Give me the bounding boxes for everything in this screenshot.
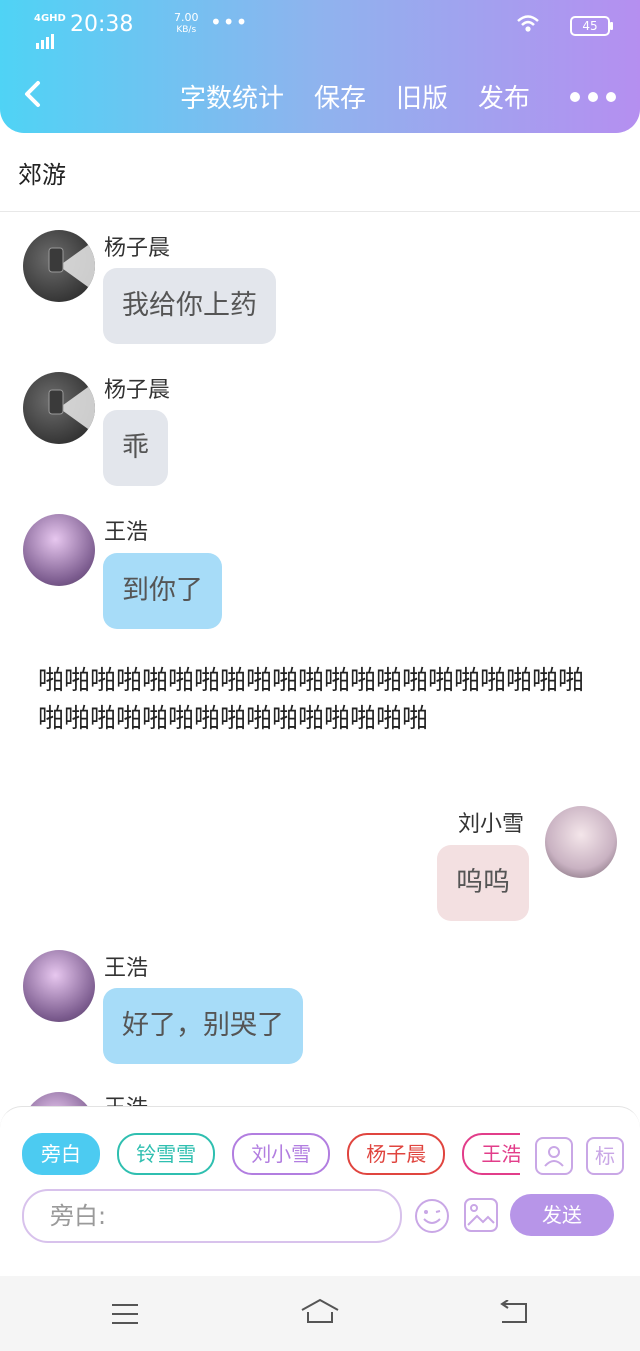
home-icon[interactable] xyxy=(300,1298,340,1326)
signal-icon xyxy=(36,24,56,49)
avatar-liuxiaoxue[interactable] xyxy=(545,806,617,878)
app-header: 4GHD 20:38 7.00 KB/s ••• 45 字数统计 保存 旧版 发… xyxy=(0,0,640,133)
network-type: 4GHD xyxy=(34,13,66,24)
avatar-yangzichen[interactable] xyxy=(23,230,95,302)
story-title: 郊游 xyxy=(18,161,66,189)
role-chip[interactable]: 刘小雪 xyxy=(232,1133,331,1175)
fan-image xyxy=(48,382,95,434)
wifi-icon xyxy=(517,15,539,32)
role-chip[interactable]: 杨子晨 xyxy=(347,1133,446,1175)
menu-icon[interactable] xyxy=(110,1302,140,1326)
status-bar: 4GHD 20:38 7.00 KB/s ••• 45 xyxy=(34,10,613,49)
title-divider xyxy=(0,211,640,212)
back-arrow-icon[interactable] xyxy=(22,80,44,108)
back-nav-icon[interactable] xyxy=(498,1300,530,1326)
fan-image xyxy=(48,240,95,292)
clock: 20:38 xyxy=(70,12,134,37)
publish-button[interactable]: 发布 xyxy=(478,78,530,115)
message-input[interactable]: 旁白: xyxy=(22,1189,402,1243)
input-placeholder: 旁白: xyxy=(50,1202,107,1230)
system-navigation-bar xyxy=(0,1276,640,1351)
message-bubble[interactable]: 好了，别哭了 xyxy=(103,988,303,1064)
avatar-yangzichen[interactable] xyxy=(23,372,95,444)
word-count-button[interactable]: 字数统计 xyxy=(180,78,284,115)
header-actions: 字数统计 保存 旧版 发布 xyxy=(150,78,616,115)
tag-button[interactable]: 标 xyxy=(586,1137,624,1175)
image-icon[interactable] xyxy=(463,1197,499,1233)
speaker-name: 刘小雪 xyxy=(458,812,525,837)
send-button[interactable]: 发送 xyxy=(510,1194,614,1236)
emoji-icon[interactable] xyxy=(413,1197,451,1235)
status-more-dots: ••• xyxy=(210,10,249,34)
avatar-wanghao[interactable] xyxy=(23,950,95,1022)
add-role-icon[interactable] xyxy=(535,1137,573,1175)
speaker-name: 杨子晨 xyxy=(104,236,171,261)
speaker-name: 杨子晨 xyxy=(104,378,171,403)
message-bubble[interactable]: 我给你上药 xyxy=(103,268,276,344)
narration-text[interactable]: 啪啪啪啪啪啪啪啪啪啪啪啪啪啪啪啪啪啪啪啪啪啪啪啪啪啪啪啪啪啪啪啪啪啪啪啪 xyxy=(38,662,598,738)
more-options-icon[interactable] xyxy=(562,91,616,102)
composer-panel: 旁白 铃雪雪 刘小雪 杨子晨 王浩 标 旁白: 发送 xyxy=(0,1106,640,1243)
role-chip[interactable]: 王浩 xyxy=(462,1133,520,1175)
message-bubble[interactable]: 乖 xyxy=(103,410,168,486)
old-version-button[interactable]: 旧版 xyxy=(396,78,448,115)
speaker-name: 王浩 xyxy=(104,520,149,545)
message-bubble[interactable]: 到你了 xyxy=(103,553,222,629)
save-button[interactable]: 保存 xyxy=(314,78,366,115)
role-chip-narration[interactable]: 旁白 xyxy=(22,1133,100,1175)
speaker-name: 王浩 xyxy=(104,956,149,981)
message-bubble[interactable]: 呜呜 xyxy=(437,845,529,921)
network-speed: 7.00 KB/s xyxy=(174,11,199,36)
role-chip[interactable]: 铃雪雪 xyxy=(117,1133,216,1175)
battery-indicator: 45 xyxy=(570,16,613,36)
avatar-wanghao[interactable] xyxy=(23,514,95,586)
role-selector[interactable]: 旁白 铃雪雪 刘小雪 杨子晨 王浩 xyxy=(22,1133,520,1177)
